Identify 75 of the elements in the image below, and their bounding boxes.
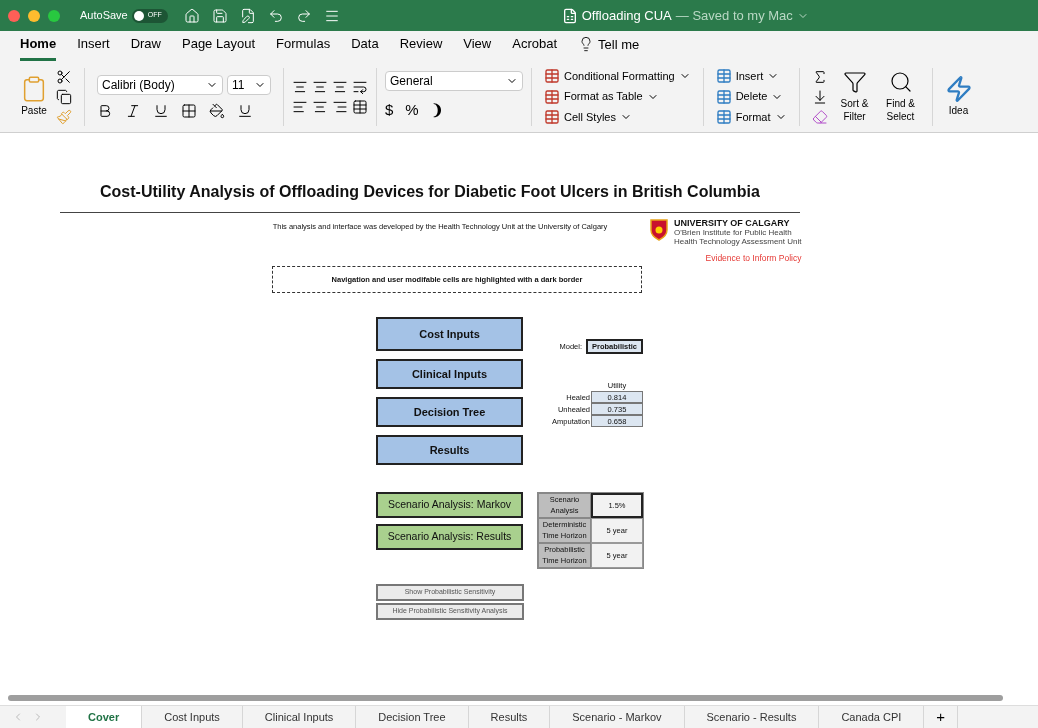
sheet-title: Cost-Utility Analysis of Offloading Devices for Diabetic Foot Ulcers in British Columbia <box>60 180 800 213</box>
ribbon-tab[interactable]: Insert <box>77 33 110 61</box>
ribbon-tab[interactable]: Page Layout <box>182 33 255 61</box>
navigation-button[interactable]: Decision Tree <box>376 396 523 427</box>
sheet-tab[interactable]: Scenario - Results <box>684 706 820 728</box>
navigation-button[interactable]: Results <box>376 434 523 465</box>
sheet-tab[interactable]: Canada CPI <box>819 706 925 728</box>
add-sheet-button[interactable]: + <box>924 706 959 728</box>
autosave-label: AutoSave <box>80 8 128 24</box>
table-icon <box>544 68 560 84</box>
font-size-dropdown[interactable]: 11 <box>227 74 271 95</box>
borders-icon[interactable] <box>181 102 197 119</box>
ideas-button[interactable]: Idea <box>932 75 973 118</box>
navigation-button[interactable]: Cost Inputs <box>376 316 523 351</box>
workbook-icon <box>561 7 578 24</box>
edit-document-icon[interactable] <box>239 7 256 24</box>
cells-menu-button[interactable]: Delete <box>715 88 787 105</box>
font-name-dropdown[interactable]: Calibri (Body) <box>97 74 223 95</box>
sheet-tab[interactable]: Cost Inputs <box>142 706 243 728</box>
percent-button[interactable]: % <box>405 99 419 122</box>
number-format-dropdown[interactable]: General <box>385 71 523 92</box>
search-icon <box>888 70 913 94</box>
table-icon <box>715 88 732 105</box>
redo-icon[interactable] <box>295 7 312 24</box>
cut-icon[interactable] <box>56 68 72 85</box>
bold-icon[interactable] <box>97 102 113 119</box>
paste-button[interactable]: Paste <box>20 75 48 118</box>
tagline: Evidence to Inform Policy <box>705 252 802 265</box>
navigation-button[interactable]: Clinical Inputs <box>376 358 523 389</box>
copy-icon[interactable] <box>56 88 72 105</box>
merge-icon[interactable] <box>352 98 368 115</box>
ribbon-tab[interactable]: Review <box>399 33 443 61</box>
scenario-button[interactable]: Scenario Analysis: Results <box>376 523 523 550</box>
table-icon <box>544 88 560 105</box>
sort-filter-button[interactable]: Sort & Filter <box>835 70 874 123</box>
unit-name: Health Technology Assessment Unit <box>674 237 802 246</box>
filter-icon <box>842 70 867 94</box>
undo-icon[interactable] <box>267 7 284 24</box>
scenario-button[interactable]: Scenario Analysis: Markov <box>376 491 523 518</box>
clear-icon[interactable] <box>811 108 828 125</box>
lightning-icon <box>944 75 973 103</box>
table-icon <box>715 109 732 125</box>
fill-color-icon[interactable] <box>209 102 225 119</box>
ribbon-tab[interactable]: Formulas <box>276 33 331 61</box>
cells-menu-button[interactable]: Format <box>715 108 787 126</box>
home-icon[interactable] <box>183 7 200 24</box>
university-name: UNIVERSITY OF CALGARY <box>674 219 791 228</box>
sheet-tab[interactable]: Decision Tree <box>356 706 469 728</box>
sheet-tab[interactable]: Clinical Inputs <box>242 706 357 728</box>
styles-menu-button[interactable]: Conditional Formatting <box>544 67 691 85</box>
minimize-window-button[interactable] <box>28 9 40 22</box>
comma-button[interactable]: ❩ <box>430 99 444 122</box>
table-icon <box>544 109 560 125</box>
sheet-tab[interactable]: Results <box>468 706 551 728</box>
currency-button[interactable]: $ <box>385 99 394 122</box>
underline-icon[interactable] <box>153 102 169 119</box>
tell-me-field[interactable]: Tell me <box>598 34 640 54</box>
horizontal-scrollbar[interactable] <box>8 695 1003 701</box>
cells-menu-button[interactable]: Insert <box>715 67 787 85</box>
ribbon-tab[interactable]: Acrobat <box>512 33 558 61</box>
find-select-button[interactable]: Find & Select <box>881 70 920 123</box>
save-status: — Saved to my Mac <box>675 6 793 25</box>
sheet-tab[interactable]: Cover <box>66 706 143 728</box>
styles-menu-button[interactable]: Format as Table <box>544 88 691 105</box>
italic-icon[interactable] <box>125 102 141 119</box>
save-icon[interactable] <box>211 7 228 24</box>
styles-menu-button[interactable]: Cell Styles <box>544 108 691 126</box>
table-icon <box>715 68 732 84</box>
ribbon-tab[interactable]: Draw <box>130 33 161 61</box>
sheet-tab[interactable]: Scenario - Markov <box>550 706 685 728</box>
ribbon-tab[interactable]: Data <box>351 33 379 61</box>
institute-name: O'Brien Institute for Public Health <box>674 228 793 237</box>
document-title: Offloading CUA <box>581 6 672 25</box>
ribbon-tab[interactable]: View <box>463 33 492 61</box>
university-crest-icon <box>650 219 668 241</box>
